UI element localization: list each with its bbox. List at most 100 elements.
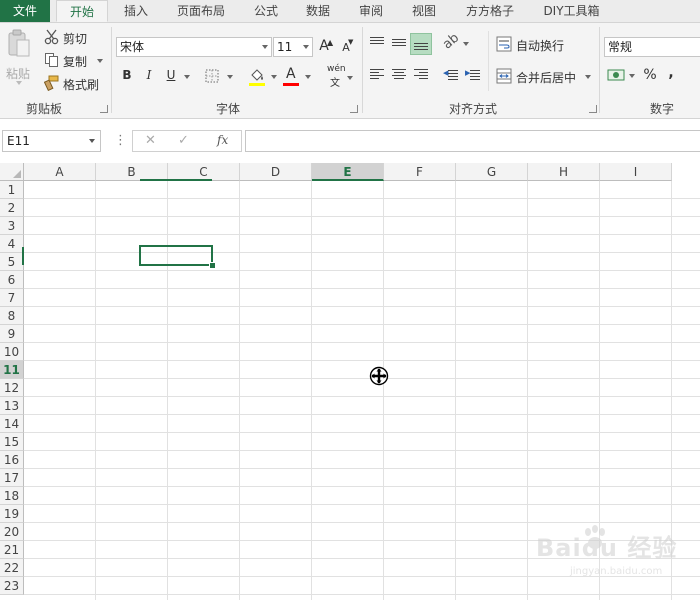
ribbon-tab[interactable]: 开始 (56, 0, 108, 22)
paste-dropdown-icon[interactable] (16, 81, 22, 85)
ribbon-tab[interactable]: 页面布局 (165, 0, 237, 22)
border-button[interactable] (205, 68, 233, 84)
row-header[interactable]: 15 (0, 433, 24, 451)
gridline-horizontal (24, 198, 700, 199)
font-color-button[interactable]: A (283, 66, 313, 87)
row-header[interactable]: 7 (0, 289, 24, 307)
column-header[interactable]: H (528, 163, 600, 181)
ribbon-tab[interactable]: 视图 (400, 0, 448, 22)
row-header[interactable]: 21 (0, 541, 24, 559)
orientation-dropdown-icon[interactable] (463, 42, 469, 46)
phonetic-label: wén (327, 64, 346, 74)
cancel-icon[interactable]: ✕ (145, 133, 156, 148)
font-size-combo[interactable]: 11 (273, 37, 313, 57)
align-center-icon[interactable] (392, 69, 406, 105)
orientation-button[interactable]: ab (440, 31, 471, 52)
clipboard-launcher-icon[interactable] (100, 105, 108, 113)
phonetic-button[interactable]: wén 文 (326, 64, 354, 89)
row-header[interactable]: 13 (0, 397, 24, 415)
row-header[interactable]: 10 (0, 343, 24, 361)
chevron-down-icon[interactable] (303, 45, 309, 49)
fill-color-dropdown-icon[interactable] (271, 75, 277, 79)
align-bottom-button[interactable] (410, 33, 432, 55)
ribbon-tab[interactable]: 审阅 (347, 0, 395, 22)
underline-button[interactable]: U (164, 68, 178, 86)
grow-font-button[interactable]: A ▲ (317, 38, 333, 56)
align-left-icon[interactable] (370, 69, 384, 105)
row-header[interactable]: 6 (0, 271, 24, 289)
number-format-combo[interactable]: 常规 (604, 37, 700, 57)
font-name-combo[interactable]: 宋体 (116, 37, 272, 57)
chevron-down-icon[interactable] (262, 45, 268, 49)
row-header[interactable]: 3 (0, 217, 24, 235)
row-header[interactable]: 14 (0, 415, 24, 433)
ribbon-tab[interactable]: 插入 (112, 0, 160, 22)
font-color-label: A (286, 66, 296, 82)
more-options-icon[interactable]: ⋮ (114, 133, 127, 148)
column-header[interactable]: G (456, 163, 528, 181)
insert-function-icon[interactable]: fx (217, 133, 228, 147)
ribbon-tab[interactable]: 公式 (242, 0, 290, 22)
comma-button[interactable]: , (666, 65, 676, 83)
alignment-launcher-icon[interactable] (589, 105, 597, 113)
align-right-icon[interactable] (414, 69, 428, 105)
decrease-indent-icon[interactable]: ◂ (443, 66, 459, 83)
formula-input[interactable] (245, 130, 700, 152)
merge-center-button[interactable]: 合并后居中 (496, 68, 594, 86)
italic-button[interactable]: I (142, 68, 156, 86)
copy-button[interactable]: 复制 (44, 52, 104, 70)
font-launcher-icon[interactable] (350, 105, 358, 113)
row-header[interactable]: 11 (0, 361, 24, 379)
row-header[interactable]: 2 (0, 199, 24, 217)
column-header[interactable]: A (24, 163, 96, 181)
bold-button[interactable]: B (120, 68, 134, 86)
row-header[interactable]: 22 (0, 559, 24, 577)
active-cell-border[interactable] (139, 245, 213, 266)
merge-center-dropdown-icon[interactable] (585, 75, 591, 79)
row-header[interactable]: 1 (0, 181, 24, 199)
copy-dropdown-icon[interactable] (97, 59, 103, 63)
row-header[interactable]: 8 (0, 307, 24, 325)
ribbon-tab[interactable]: 文件 (0, 0, 50, 22)
ribbon-tab[interactable]: 数据 (294, 0, 342, 22)
percent-button[interactable]: % (642, 67, 658, 85)
column-header[interactable]: E (312, 163, 384, 181)
chevron-down-icon[interactable] (89, 139, 95, 143)
row-header[interactable]: 20 (0, 523, 24, 541)
row-header[interactable]: 5 (0, 253, 24, 271)
column-header[interactable]: F (384, 163, 456, 181)
row-header[interactable]: 16 (0, 451, 24, 469)
cut-button[interactable]: 剪切 (44, 29, 104, 47)
row-header[interactable]: 19 (0, 505, 24, 523)
align-top-icon[interactable] (370, 36, 384, 48)
accounting-format-button[interactable] (607, 68, 637, 84)
format-painter-button[interactable]: 格式刷 (44, 75, 106, 93)
fill-color-button[interactable] (249, 67, 279, 87)
row-header[interactable]: 18 (0, 487, 24, 505)
paste-button[interactable]: 粘贴 (4, 29, 34, 85)
wrap-text-button[interactable]: 自动换行 (496, 36, 570, 54)
underline-dropdown-icon[interactable] (184, 75, 190, 79)
gridline-horizontal (24, 270, 700, 271)
row-header[interactable]: 17 (0, 469, 24, 487)
row-header[interactable]: 23 (0, 577, 24, 595)
phonetic-dropdown-icon[interactable] (347, 76, 353, 80)
column-header[interactable]: I (600, 163, 672, 181)
enter-icon[interactable]: ✓ (178, 133, 189, 148)
border-dropdown-icon[interactable] (227, 75, 233, 79)
select-all-button[interactable] (0, 163, 24, 181)
align-middle-icon[interactable] (392, 36, 406, 48)
row-header[interactable]: 4 (0, 235, 24, 253)
ribbon-tab[interactable]: DIY工具箱 (534, 0, 609, 22)
font-color-dropdown-icon[interactable] (305, 75, 311, 79)
increase-indent-icon[interactable]: ▸ (465, 66, 481, 83)
ribbon-tab[interactable]: 方方格子 (454, 0, 526, 22)
row-header[interactable]: 12 (0, 379, 24, 397)
column-header[interactable]: D (240, 163, 312, 181)
fill-handle[interactable] (209, 262, 216, 269)
row-header[interactable]: 9 (0, 325, 24, 343)
name-box[interactable]: E11 (2, 130, 101, 152)
baidu-watermark: Baidu 经验 jingyan.baidu.com (532, 522, 697, 582)
shrink-font-button[interactable]: A ▼ (339, 38, 353, 56)
accounting-dropdown-icon[interactable] (629, 74, 635, 78)
